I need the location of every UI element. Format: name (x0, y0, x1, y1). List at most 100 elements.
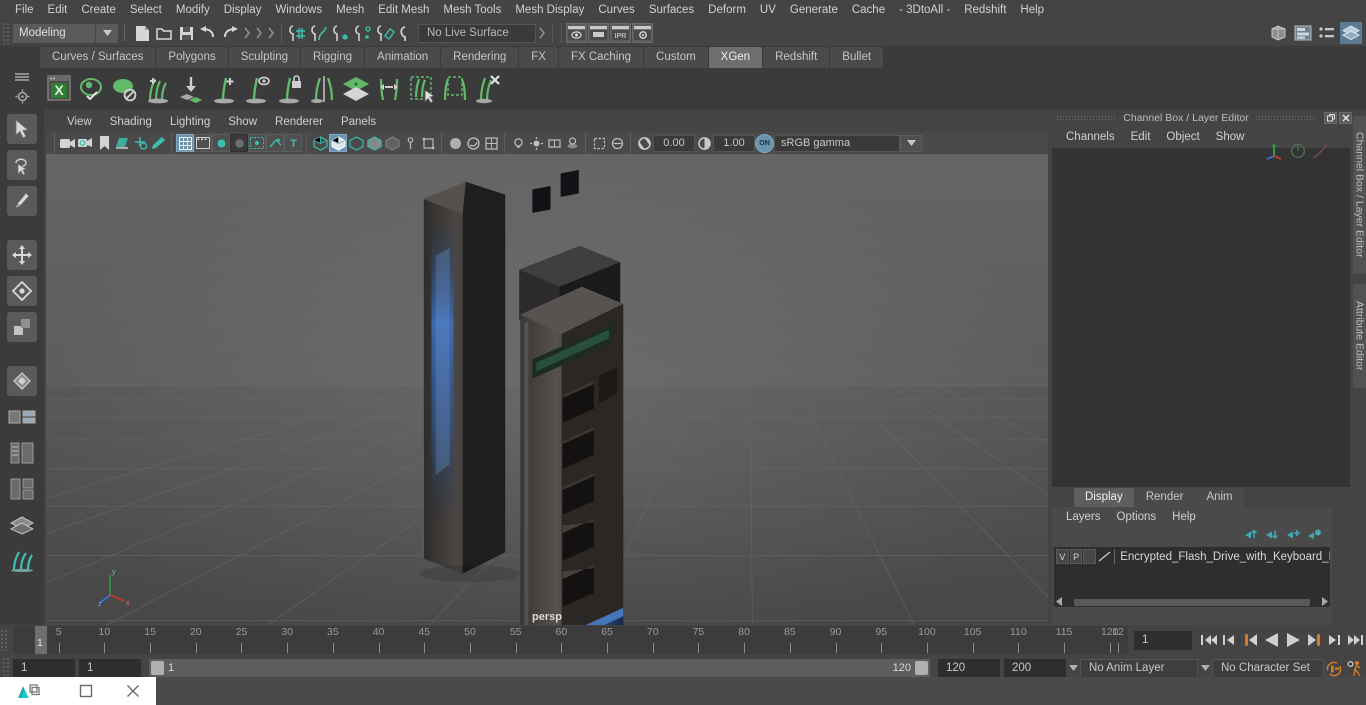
select-hierarchy-chevron-icon[interactable] (241, 22, 253, 44)
menu-uv[interactable]: UV (753, 0, 783, 20)
range-bar[interactable]: 1 120 (149, 658, 930, 678)
snap-to-point-icon[interactable] (330, 22, 352, 44)
menu-file[interactable]: File (8, 0, 41, 20)
close-panel-icon[interactable] (1339, 112, 1352, 124)
two-d-pan-zoom-icon[interactable] (131, 134, 149, 152)
viewport-3d-canvas[interactable]: y z x persp (46, 154, 1048, 625)
time-slider-grip[interactable] (0, 629, 8, 651)
step-back-frame-icon[interactable] (1240, 627, 1261, 653)
menu-mesh-tools[interactable]: Mesh Tools (436, 0, 508, 20)
move-layer-down-icon[interactable] (1266, 527, 1280, 545)
animation-end-field[interactable]: 120 (938, 658, 1000, 678)
shelf-tab-sculpting[interactable]: Sculpting (228, 47, 301, 68)
shelf-tab-fx-caching[interactable]: FX Caching (558, 47, 644, 68)
anim-layer-chevron-down-icon[interactable] (1066, 659, 1080, 678)
xray-mode-icon[interactable] (608, 134, 626, 152)
panel-grip-left[interactable] (1056, 115, 1118, 121)
move-layer-up-icon[interactable] (1245, 527, 1259, 545)
menu-cache[interactable]: Cache (845, 0, 892, 20)
grease-pencil-icon[interactable] (149, 134, 167, 152)
menu-redshift[interactable]: Redshift (957, 0, 1013, 20)
shelf-tab-bullet[interactable]: Bullet (830, 47, 884, 68)
outliner-layout-icon[interactable] (7, 438, 37, 468)
select-tool-icon[interactable] (7, 114, 37, 144)
new-scene-icon[interactable] (131, 22, 153, 44)
range-slider-grip[interactable] (2, 657, 10, 679)
go-to-end-icon[interactable] (1345, 627, 1366, 653)
range-right-handle[interactable] (915, 661, 928, 675)
film-gate-icon[interactable] (194, 134, 212, 152)
clear-guides-icon[interactable] (473, 72, 503, 106)
shelf-tab-custom[interactable]: Custom (644, 47, 708, 68)
play-backwards-icon[interactable] (1261, 627, 1282, 653)
snap-to-projected-center-icon[interactable] (352, 22, 374, 44)
select-component-chevron-icon[interactable] (265, 22, 277, 44)
toggle-channel-box-icon[interactable] (1340, 22, 1362, 44)
channel-box-menu-show[interactable]: Show (1208, 131, 1253, 143)
new-layer-icon[interactable] (1308, 527, 1322, 545)
render-settings-icon[interactable] (632, 23, 653, 43)
render-view-icon[interactable] (566, 23, 587, 43)
menu-surfaces[interactable]: Surfaces (642, 0, 701, 20)
last-tool-used-icon[interactable] (7, 366, 37, 396)
layer-visibility-toggle[interactable]: V (1056, 549, 1069, 564)
snap-to-curve-icon[interactable] (308, 22, 330, 44)
shelf-tab-polygons[interactable]: Polygons (156, 47, 228, 68)
range-left-handle[interactable] (151, 661, 164, 675)
menu-display[interactable]: Display (217, 0, 269, 20)
move-tool-icon[interactable] (7, 240, 37, 270)
speed-dial-icon[interactable] (1290, 143, 1306, 164)
preview-disable-icon[interactable] (110, 72, 140, 106)
color-management-chevron-down-icon[interactable] (900, 134, 922, 152)
character-set-dropdown[interactable]: No Character Set (1212, 658, 1324, 678)
layer-color-swatch-icon[interactable] (1097, 549, 1113, 564)
x-ray-icon[interactable] (383, 134, 401, 152)
viewport-menu-renderer[interactable]: Renderer (266, 112, 332, 132)
four-view-layout-icon[interactable] (7, 402, 37, 432)
shadow-toggle-icon[interactable] (563, 134, 581, 152)
smooth-shading-icon[interactable] (329, 134, 347, 152)
menu-curves[interactable]: Curves (591, 0, 641, 20)
shaded-material-icon[interactable] (464, 134, 482, 152)
color-management-field[interactable]: sRGB gamma (774, 134, 900, 152)
maya-app-icon[interactable] (0, 677, 63, 705)
wireframe-shading-icon[interactable] (311, 134, 329, 152)
x-ray-active-components-icon[interactable] (419, 134, 437, 152)
step-forward-keyframe-icon[interactable] (1324, 627, 1345, 653)
convert-guides-icon[interactable] (374, 72, 404, 106)
menu-deform[interactable]: Deform (701, 0, 753, 20)
current-frame-field[interactable]: 1 (1134, 630, 1192, 650)
time-slider-cursor[interactable]: 1 (35, 626, 47, 654)
persp-outliner-layout-icon[interactable] (7, 474, 37, 504)
flat-shading-icon[interactable] (347, 134, 365, 152)
menu-windows[interactable]: Windows (268, 0, 329, 20)
live-surface-field[interactable]: No Live Surface (418, 23, 536, 43)
vertical-tab-channel-box[interactable]: Channel Box / Layer Editor (1352, 116, 1366, 274)
range-left-group[interactable]: 1 (151, 661, 174, 675)
make-live-icon[interactable] (396, 22, 418, 44)
channel-box-menu-object[interactable]: Object (1158, 131, 1207, 143)
channel-box-menu-edit[interactable]: Edit (1123, 131, 1159, 143)
exposure-icon[interactable] (635, 134, 653, 152)
xgen-editor-icon[interactable]: X (44, 72, 74, 106)
clip-region-icon[interactable] (440, 72, 470, 106)
layer-menu-help[interactable]: Help (1164, 511, 1204, 523)
grid-toggle-icon[interactable] (176, 134, 194, 152)
shelf-tab-animation[interactable]: Animation (365, 47, 441, 68)
multisample-aa-icon[interactable] (266, 134, 284, 152)
menu-3dtoall[interactable]: - 3DtoAll - (892, 0, 957, 20)
animation-start-field[interactable]: 1 (79, 658, 141, 678)
channel-box-attribute-list[interactable] (1052, 148, 1350, 487)
menu-set-selector[interactable]: Modeling (13, 23, 95, 43)
grow-guides-icon[interactable] (209, 72, 239, 106)
playback-end-field[interactable]: 200 (1004, 658, 1066, 678)
camera-attributes-icon[interactable] (77, 134, 95, 152)
menu-create[interactable]: Create (74, 0, 123, 20)
playback-start-field[interactable]: 1 (13, 658, 75, 678)
scroll-right-arrow-icon[interactable] (1320, 593, 1328, 611)
menu-edit-mesh[interactable]: Edit Mesh (371, 0, 436, 20)
play-forwards-icon[interactable] (1282, 627, 1303, 653)
shadows-toggle-icon[interactable] (212, 134, 230, 152)
toggle-attribute-editor-icon[interactable] (1292, 22, 1314, 44)
new-layer-from-selected-icon[interactable] (1287, 527, 1301, 545)
